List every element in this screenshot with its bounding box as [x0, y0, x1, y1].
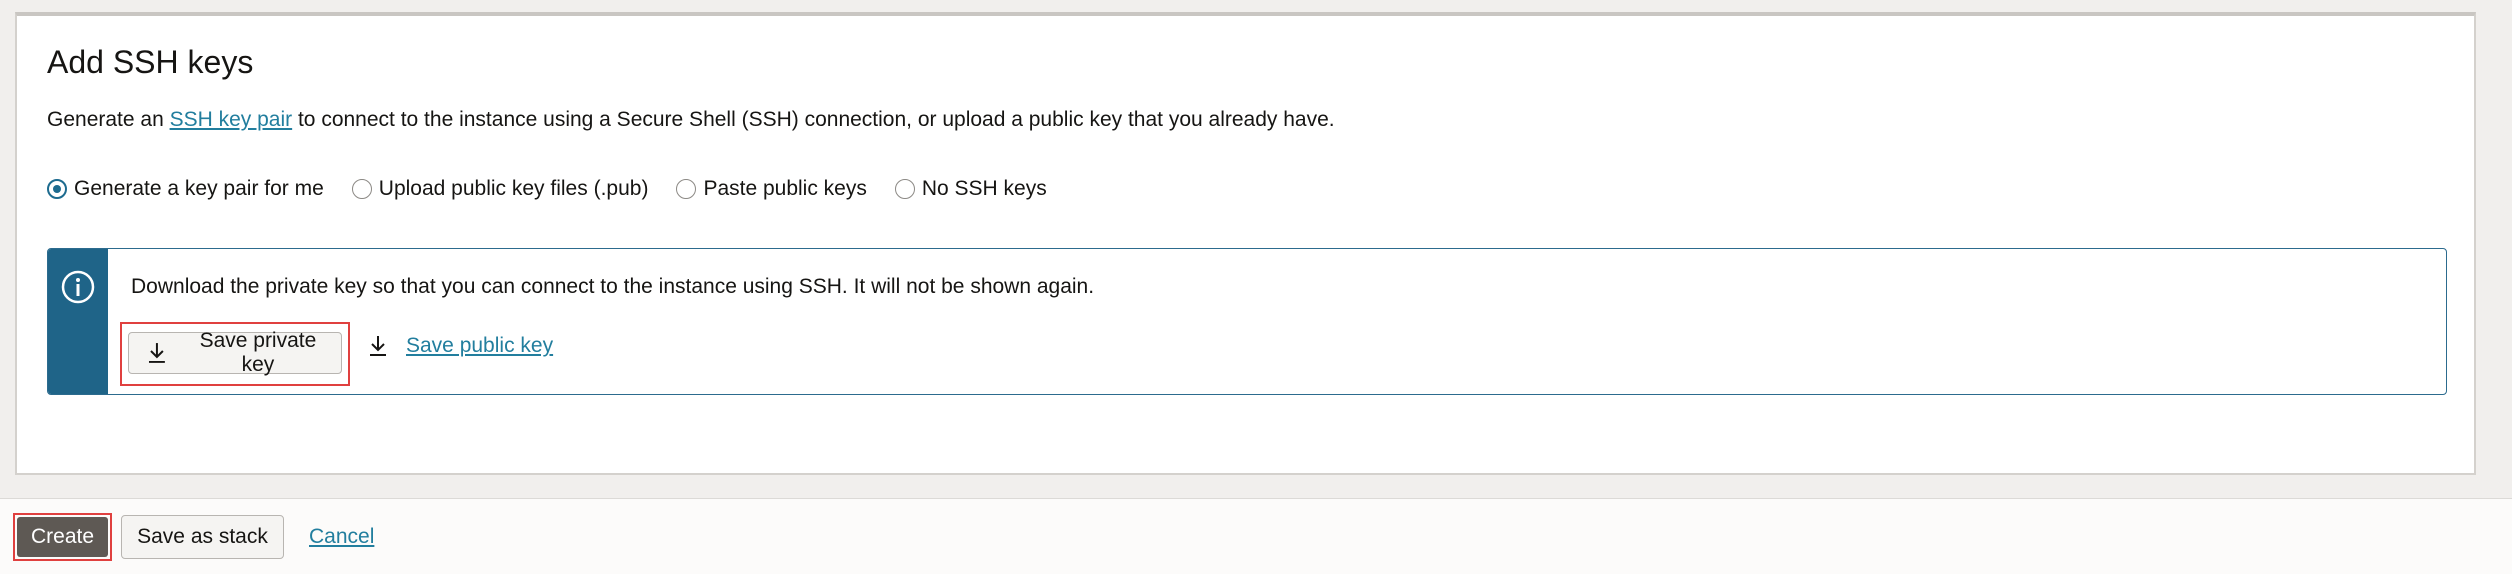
info-message-text: Download the private key so that you can… [131, 275, 1095, 298]
description-prefix: Generate an [47, 108, 170, 131]
download-icon [148, 343, 165, 363]
save-private-key-highlight: Save private key [120, 322, 350, 386]
ssh-key-option-group: Generate a key pair for me Upload public… [47, 177, 1075, 201]
radio-button-checked[interactable] [47, 179, 67, 199]
info-strip [48, 249, 108, 394]
download-icon [370, 336, 386, 356]
save-as-stack-button[interactable]: Save as stack [121, 515, 284, 559]
save-private-key-button[interactable]: Save private key [128, 329, 342, 376]
save-private-key-label: Save private key [199, 329, 317, 376]
radio-upload-public-key[interactable]: Upload public key files (.pub) [351, 177, 649, 201]
radio-label: Generate a key pair for me [74, 177, 324, 200]
radio-label: No SSH keys [921, 177, 1047, 200]
radio-button[interactable] [676, 179, 697, 199]
cancel-link[interactable]: Cancel [309, 525, 374, 549]
section-title: Add SSH keys [47, 44, 254, 80]
save-public-key-link[interactable]: Save public key [368, 334, 553, 358]
footer-action-bar: Create Save as stack Cancel [0, 498, 2512, 574]
radio-button[interactable] [894, 179, 915, 199]
ssh-keys-panel: Add SSH keys Generate an SSH key pair to… [15, 12, 2476, 475]
create-button[interactable]: Create [17, 517, 108, 557]
info-icon [60, 269, 96, 310]
radio-paste-public-keys[interactable]: Paste public keys [676, 177, 867, 201]
description-suffix: to connect to the instance using a Secur… [292, 108, 1335, 131]
radio-button[interactable] [351, 179, 372, 199]
info-message-box: Download the private key so that you can… [47, 248, 2447, 395]
save-public-key-label: Save public key [406, 334, 554, 357]
ssh-key-pair-link[interactable]: SSH key pair [170, 108, 293, 131]
radio-no-ssh-keys[interactable]: No SSH keys [894, 177, 1047, 201]
create-button-highlight: Create [13, 513, 112, 561]
radio-label: Paste public keys [703, 177, 867, 200]
radio-generate-key-pair[interactable]: Generate a key pair for me [47, 177, 324, 201]
section-description: Generate an SSH key pair to connect to t… [47, 108, 1335, 132]
radio-label: Upload public key files (.pub) [378, 177, 649, 200]
